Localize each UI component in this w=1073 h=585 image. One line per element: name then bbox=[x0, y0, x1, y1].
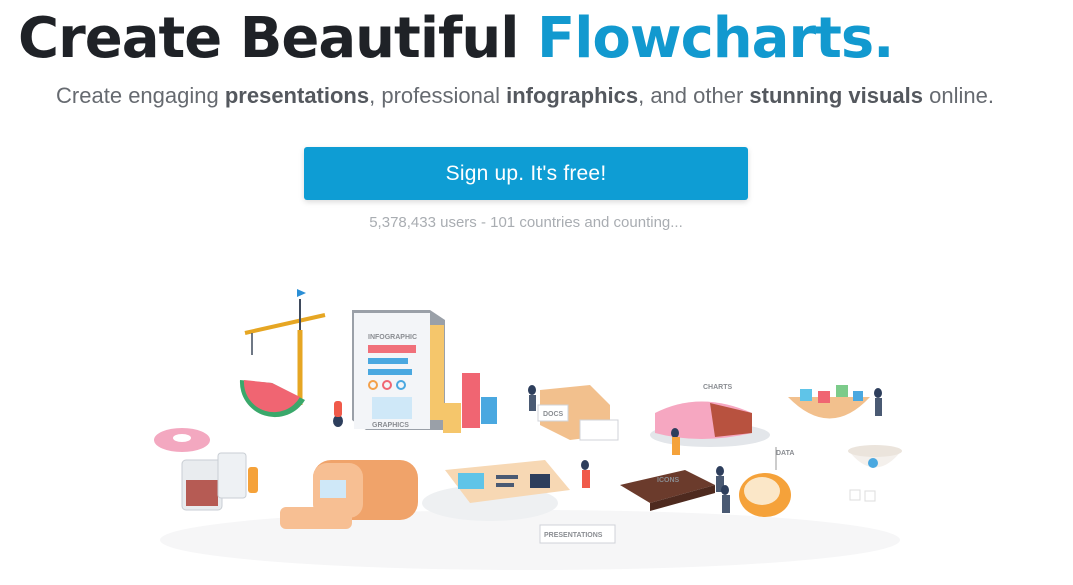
subtitle-text: online. bbox=[923, 83, 994, 108]
hero-subtitle: Create engaging presentations, professio… bbox=[0, 80, 1050, 112]
landing-page: Create Beautiful Flowcharts. Create enga… bbox=[0, 0, 1073, 585]
subtitle-emphasis-infographics: infographics bbox=[506, 83, 639, 108]
icons-chocolate-illustration: ICONS bbox=[620, 466, 724, 511]
donut-jars-illustration bbox=[154, 428, 258, 511]
data-label: DATA bbox=[776, 450, 794, 457]
bar-chart-illustration bbox=[443, 373, 497, 433]
data-orange-illustration: DATA bbox=[721, 447, 794, 517]
graphics-loaf-illustration: GRAPHICS bbox=[280, 422, 418, 529]
presentations-label: PRESENTATIONS bbox=[544, 532, 603, 539]
signup-button-label: Sign up. It's free! bbox=[445, 161, 607, 185]
charts-cake-illustration: CHARTS bbox=[650, 384, 770, 455]
icons-label: ICONS bbox=[657, 477, 680, 484]
teacup-illustration bbox=[848, 445, 902, 502]
hero-title-accent: Flowcharts. bbox=[536, 6, 894, 71]
subtitle-emphasis-visuals: stunning visuals bbox=[749, 83, 923, 108]
graphics-label: GRAPHICS bbox=[372, 422, 409, 429]
hero-title-main: Create Beautiful bbox=[18, 6, 537, 71]
hero-illustration: INFOGRAPHIC GRAPHICS DOCS CHARTS ICONS D… bbox=[140, 285, 920, 580]
crane-watermelon-illustration bbox=[239, 289, 343, 427]
subtitle-emphasis-presentations: presentations bbox=[224, 83, 370, 108]
hero-title: Create Beautiful Flowcharts. bbox=[18, 0, 894, 78]
infographic-board-illustration: INFOGRAPHIC bbox=[352, 310, 445, 430]
icon-bowl-illustration bbox=[788, 385, 882, 419]
infographic-label: INFOGRAPHIC bbox=[368, 334, 417, 341]
docs-box-illustration: DOCS bbox=[528, 385, 619, 441]
user-count-text: 5,378,433 users - 101 countries and coun… bbox=[369, 214, 683, 231]
subtitle-text: , professional bbox=[369, 83, 507, 108]
subtitle-text: , and other bbox=[638, 83, 750, 108]
signup-button[interactable]: Sign up. It's free! bbox=[304, 147, 748, 200]
charts-label: CHARTS bbox=[703, 384, 732, 391]
subtitle-text: Create engaging bbox=[56, 83, 225, 108]
docs-label: DOCS bbox=[543, 411, 564, 418]
